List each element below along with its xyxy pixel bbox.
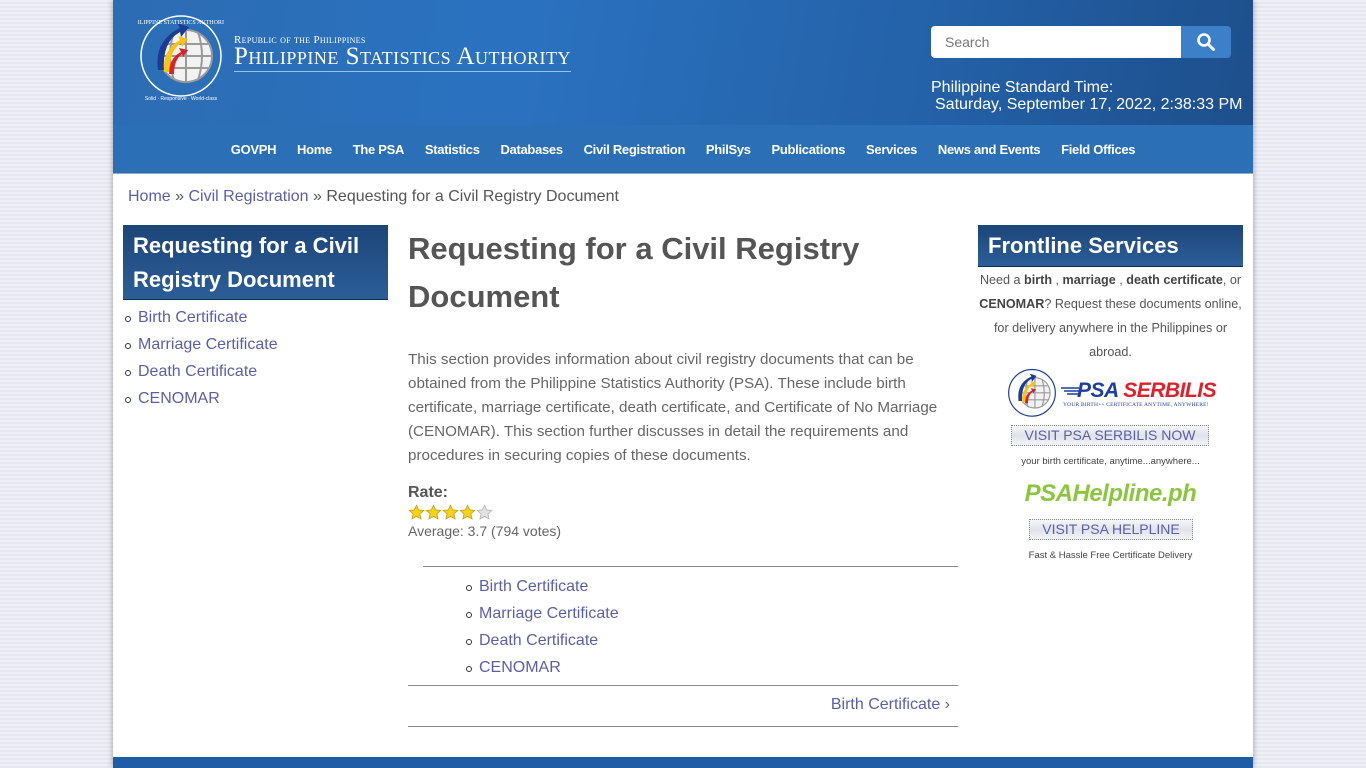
left-menu-item: Birth Certificate <box>125 304 278 331</box>
nav-item-civil-registration[interactable]: Civil Registration <box>573 142 695 157</box>
left-menu-item: Death Certificate <box>125 358 278 385</box>
text: , or <box>1222 273 1242 287</box>
main-nav: GOVPH Home The PSA Statistics Databases … <box>113 125 1253 174</box>
text-bold: death certificate <box>1126 273 1223 287</box>
book-nav-list: Birth Certificate Marriage Certificate D… <box>466 573 619 681</box>
breadcrumb-home[interactable]: Home <box>128 188 171 205</box>
left-menu-cenomar[interactable]: CENOMAR <box>138 390 220 407</box>
search-input[interactable] <box>931 26 1181 58</box>
page: PHILIPPINE STATISTICS AUTHORITY Solid · … <box>113 0 1253 768</box>
rating-average: Average: 3.7 (794 votes) <box>408 523 562 539</box>
book-nav-item: Birth Certificate <box>466 573 619 600</box>
book-nav-item: CENOMAR <box>466 654 619 681</box>
nav-item-services[interactable]: Services <box>856 142 928 157</box>
site-header: PHILIPPINE STATISTICS AUTHORITY Solid · … <box>113 0 1253 125</box>
search-icon <box>1197 33 1215 51</box>
book-nav-item: Marriage Certificate <box>466 600 619 627</box>
star-filled-icon[interactable] <box>408 504 425 521</box>
nav-item-the-psa[interactable]: The PSA <box>342 142 414 157</box>
psa-seal-icon <box>1008 368 1056 417</box>
divider <box>408 685 958 686</box>
star-empty-icon[interactable] <box>476 504 493 521</box>
left-menu-marriage-certificate[interactable]: Marriage Certificate <box>138 336 278 353</box>
nav-item-publications[interactable]: Publications <box>761 142 855 157</box>
right-sidebar-header: Frontline Services <box>978 225 1243 267</box>
agency-logo-text[interactable]: Republic of the Philippines Philippine S… <box>234 34 572 72</box>
visit-psa-helpline-button[interactable]: VISIT PSA HELPLINE <box>1029 519 1193 540</box>
left-sidebar-title: Requesting for a Civil Registry Document <box>133 233 360 292</box>
left-menu-item: Marriage Certificate <box>125 331 278 358</box>
nav-item-news-and-events[interactable]: News and Events <box>928 142 1051 157</box>
visit-psa-serbilis-button[interactable]: VISIT PSA SERBILIS NOW <box>1011 425 1209 446</box>
text-bold: marriage <box>1062 273 1116 287</box>
rate-label: Rate: <box>408 484 449 501</box>
star-filled-icon[interactable] <box>459 504 476 521</box>
breadcrumb-civil-registration[interactable]: Civil Registration <box>189 188 309 205</box>
nav-item-field-offices[interactable]: Field Offices <box>1051 142 1146 157</box>
psa-serbilis-logo[interactable]: PSA SERBILIS YOUR BIRTH++ CERTIFICATE AN… <box>1003 366 1221 422</box>
main-content: Requesting for a Civil Registry Document… <box>408 225 958 727</box>
serbilis-wordmark: PSA SERBILIS <box>1077 379 1217 403</box>
book-nav-cenomar[interactable]: CENOMAR <box>479 659 561 676</box>
pst-label: Philippine Standard Time: <box>931 79 1114 96</box>
psa-helpline-logo[interactable]: PSAHelpline.ph <box>978 480 1243 508</box>
star-filled-icon[interactable] <box>442 504 459 521</box>
search-form <box>931 26 1231 58</box>
svg-text:PHILIPPINE STATISTICS AUTHORIT: PHILIPPINE STATISTICS AUTHORITY <box>138 20 224 26</box>
svg-text:Solid · Responsive · World-cla: Solid · Responsive · World-class <box>145 96 218 102</box>
left-menu-death-certificate[interactable]: Death Certificate <box>138 363 257 380</box>
next-page-link[interactable]: Birth Certificate › <box>831 696 950 714</box>
serbilis-tagline: YOUR BIRTH++ CERTIFICATE ANYTIME, ANYWHE… <box>1063 402 1209 408</box>
divider <box>408 726 958 727</box>
breadcrumb-separator: » <box>175 188 185 205</box>
helpline-caption: Fast & Hassle Free Certificate Delivery <box>1028 550 1193 561</box>
psa-seal-icon[interactable]: PHILIPPINE STATISTICS AUTHORITY Solid · … <box>138 10 224 106</box>
left-sidebar-menu: Birth Certificate Marriage Certificate D… <box>125 304 278 412</box>
book-nav-birth-certificate[interactable]: Birth Certificate <box>479 578 588 595</box>
frontline-description: Need a birth , marriage , death certific… <box>978 268 1243 364</box>
right-sidebar-title: Frontline Services <box>988 233 1179 258</box>
nav-item-statistics[interactable]: Statistics <box>414 142 490 157</box>
nav-item-philsys[interactable]: PhilSys <box>695 142 761 157</box>
text: , <box>1052 273 1063 287</box>
breadcrumb-current: Requesting for a Civil Registry Document <box>326 188 619 205</box>
page-title: Requesting for a Civil Registry Document <box>408 231 860 314</box>
nav-item-govph[interactable]: GOVPH <box>220 142 286 157</box>
book-nav-marriage-certificate[interactable]: Marriage Certificate <box>479 605 619 622</box>
philippine-standard-time: Philippine Standard Time: Saturday, Sept… <box>931 79 1242 113</box>
star-filled-icon[interactable] <box>425 504 442 521</box>
nav-item-databases[interactable]: Databases <box>490 142 573 157</box>
site-footer <box>113 757 1253 768</box>
pst-value: Saturday, September 17, 2022, 2:38:33 PM <box>935 96 1243 113</box>
left-sidebar-header: Requesting for a Civil Registry Document <box>123 225 388 300</box>
breadcrumb: Home » Civil Registration » Requesting f… <box>128 188 619 206</box>
book-nav-item: Death Certificate <box>466 627 619 654</box>
text: , <box>1115 273 1127 287</box>
breadcrumb-separator: » <box>313 188 322 205</box>
text-bold: birth <box>1024 273 1053 287</box>
divider <box>423 566 958 567</box>
left-menu-item: CENOMAR <box>125 385 278 412</box>
nav-item-home[interactable]: Home <box>287 142 343 157</box>
left-menu-birth-certificate[interactable]: Birth Certificate <box>138 309 247 326</box>
star-rating[interactable] <box>408 504 958 521</box>
serbilis-caption: your birth certificate, anytime...anywhe… <box>1021 456 1200 467</box>
intro-paragraph: This section provides information about … <box>408 351 938 464</box>
text-bold: CENOMAR <box>979 297 1045 311</box>
text: Need a <box>979 273 1025 287</box>
agency-name: Philippine Statistics Authority <box>234 43 572 72</box>
search-button[interactable] <box>1181 26 1231 58</box>
wordmark-serbilis: SERBILIS <box>1123 379 1217 402</box>
book-nav-death-certificate[interactable]: Death Certificate <box>479 632 598 649</box>
wordmark-psa: PSA <box>1077 379 1118 402</box>
